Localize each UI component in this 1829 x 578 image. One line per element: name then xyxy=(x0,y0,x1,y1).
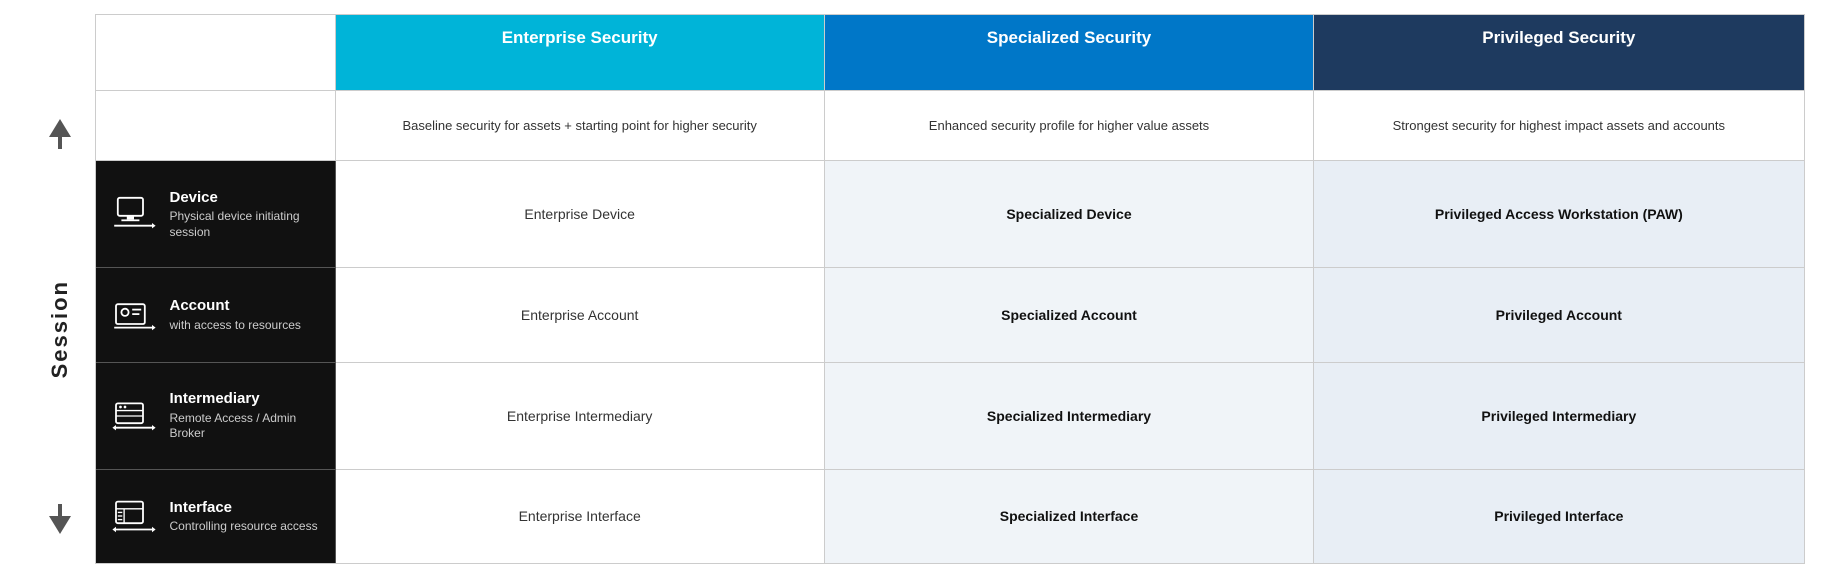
intermediary-subtitle: Remote Access / Admin Broker xyxy=(170,411,321,442)
interface-row-label: Interface Controlling resource access xyxy=(96,470,336,563)
specialized-subtitle: Enhanced security profile for higher val… xyxy=(825,91,1314,161)
account-enterprise-cell: Enterprise Account xyxy=(336,268,825,362)
interface-specialized-cell: Specialized Interface xyxy=(825,470,1314,563)
main-table-container: Session Enterprise Security Specialized … xyxy=(25,14,1805,564)
intermediary-privileged-cell: Privileged Intermediary xyxy=(1314,363,1803,470)
account-title: Account xyxy=(170,296,301,316)
device-title: Device xyxy=(170,188,321,208)
interface-privileged-cell: Privileged Interface xyxy=(1314,470,1803,563)
data-grid: Enterprise Security Specialized Security… xyxy=(95,14,1805,564)
account-subtitle: with access to resources xyxy=(170,318,301,334)
device-icon xyxy=(110,194,158,234)
intermediary-title: Intermediary xyxy=(170,389,321,409)
device-subtitle: Physical device initiating session xyxy=(170,209,321,240)
account-label-text: Account with access to resources xyxy=(170,296,301,333)
header-enterprise: Enterprise Security xyxy=(336,15,825,91)
interface-subtitle: Controlling resource access xyxy=(170,519,318,535)
privileged-subtitle: Strongest security for highest impact as… xyxy=(1314,91,1803,161)
specialized-header-title: Specialized Security xyxy=(841,27,1297,49)
intermediary-icon xyxy=(110,396,158,436)
interface-enterprise-cell: Enterprise Interface xyxy=(336,470,825,563)
device-privileged-cell: Privileged Access Workstation (PAW) xyxy=(1314,161,1803,268)
session-label-area: Session xyxy=(25,14,95,564)
up-arrow-icon xyxy=(49,119,71,154)
header-privileged: Privileged Security xyxy=(1314,15,1803,91)
account-icon xyxy=(110,295,158,335)
enterprise-subtitle: Baseline security for assets + starting … xyxy=(336,91,825,161)
intermediary-specialized-cell: Specialized Intermediary xyxy=(825,363,1314,470)
interface-icon xyxy=(110,496,158,536)
account-privileged-cell: Privileged Account xyxy=(1314,268,1803,362)
device-specialized-cell: Specialized Device xyxy=(825,161,1314,268)
account-row-label: Account with access to resources xyxy=(96,268,336,362)
device-row-label: Device Physical device initiating sessio… xyxy=(96,161,336,268)
intermediary-label-text: Intermediary Remote Access / Admin Broke… xyxy=(170,389,321,442)
page-wrapper: Session Enterprise Security Specialized … xyxy=(0,0,1829,578)
account-specialized-cell: Specialized Account xyxy=(825,268,1314,362)
interface-title: Interface xyxy=(170,498,318,518)
session-text: Session xyxy=(47,280,73,378)
header-specialized: Specialized Security xyxy=(825,15,1314,91)
header-empty-cell xyxy=(96,15,336,91)
subtitle-empty-cell xyxy=(96,91,336,161)
intermediary-row-label: Intermediary Remote Access / Admin Broke… xyxy=(96,363,336,470)
enterprise-header-title: Enterprise Security xyxy=(352,27,808,49)
device-label-text: Device Physical device initiating sessio… xyxy=(170,188,321,241)
device-enterprise-cell: Enterprise Device xyxy=(336,161,825,268)
down-arrow-icon xyxy=(49,504,71,539)
intermediary-enterprise-cell: Enterprise Intermediary xyxy=(336,363,825,470)
privileged-header-title: Privileged Security xyxy=(1330,27,1787,49)
interface-label-text: Interface Controlling resource access xyxy=(170,498,318,535)
